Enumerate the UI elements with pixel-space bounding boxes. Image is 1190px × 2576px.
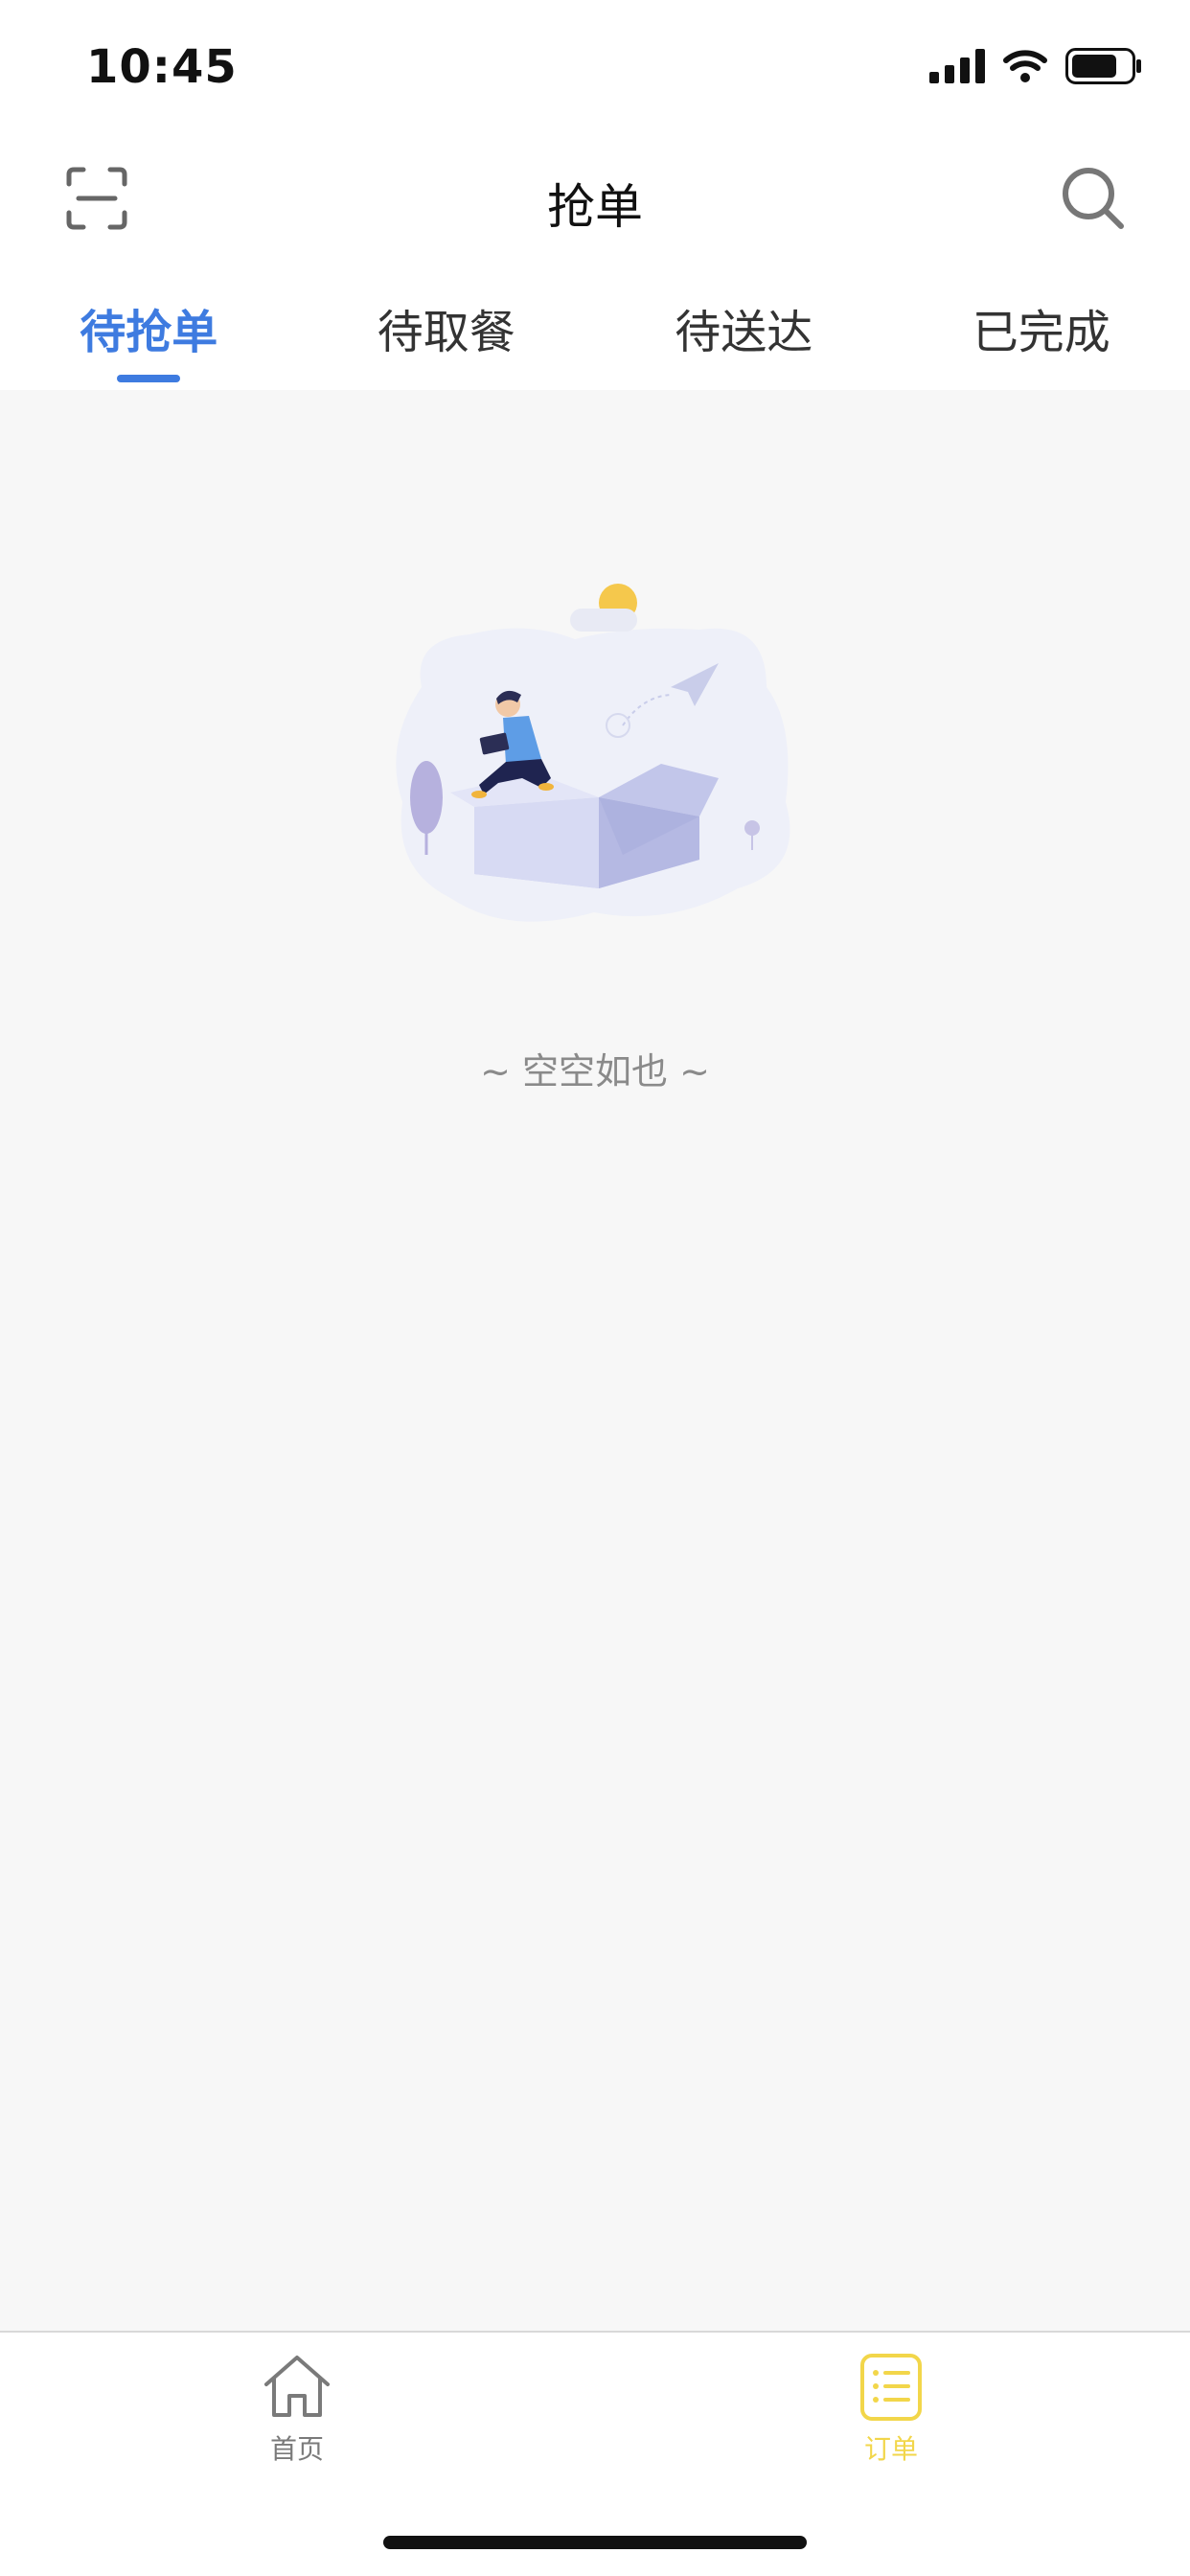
search-button[interactable]	[1060, 165, 1127, 232]
order-status-tabs: 待抢单 待取餐 待送达 已完成	[0, 264, 1190, 390]
tab-label: 待抢单	[80, 306, 218, 359]
bottom-tab-label: 首页	[269, 2433, 324, 2465]
nav-bar: 抢单	[0, 134, 1190, 264]
cellular-signal-icon	[929, 49, 985, 83]
tab-pending-delivery[interactable]: 待送达	[595, 264, 893, 390]
page-title: 抢单	[547, 179, 643, 235]
status-bar: 10:45	[0, 0, 1190, 134]
tab-label: 待取餐	[377, 306, 515, 359]
wifi-icon	[1003, 50, 1047, 82]
battery-icon	[1065, 48, 1141, 84]
bottom-tab-label: 订单	[863, 2433, 918, 2465]
home-icon	[264, 2356, 330, 2417]
bottom-tab-home[interactable]: 首页	[201, 2350, 393, 2467]
search-icon	[1063, 168, 1124, 229]
tab-label: 已完成	[972, 306, 1110, 359]
empty-box-illustration	[396, 584, 790, 922]
home-indicator[interactable]	[383, 2536, 807, 2549]
app-screen: 10:45 抢单 待抢单 待取餐 待送达 已完成 ~ 空空如也 ~ 首页 订单	[0, 0, 1190, 2576]
tab-label: 待送达	[675, 306, 813, 359]
tab-completed[interactable]: 已完成	[893, 264, 1190, 390]
status-icons	[929, 48, 1142, 84]
order-list-icon	[860, 2354, 922, 2421]
empty-state-text: ~ 空空如也 ~	[480, 1050, 710, 1092]
bottom-tab-orders[interactable]: 订单	[795, 2350, 987, 2467]
tab-pending-pickup[interactable]: 待取餐	[298, 264, 596, 390]
tab-pending-grab[interactable]: 待抢单	[0, 264, 298, 390]
active-tab-indicator	[117, 375, 181, 382]
status-time: 10:45	[86, 40, 238, 94]
order-list-content: ~ 空空如也 ~	[0, 390, 1190, 2331]
